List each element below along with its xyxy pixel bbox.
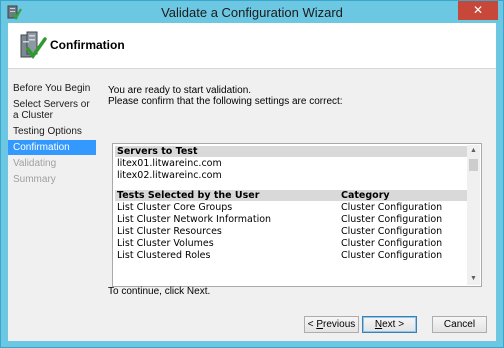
test-category: Cluster Configuration xyxy=(341,202,443,213)
test-name: List Cluster Resources xyxy=(117,226,222,237)
page-title: Confirmation xyxy=(50,38,125,52)
next-button[interactable]: Next > xyxy=(362,316,417,333)
settings-list-content: Servers to Test litex01.litwareinc.com l… xyxy=(115,146,467,286)
next-rest: ext > xyxy=(382,319,405,330)
test-category: Cluster Configuration xyxy=(341,250,443,261)
test-category: Cluster Configuration xyxy=(341,214,443,225)
intro-line-1: You are ready to start validation. xyxy=(108,85,252,96)
table-row: List Clustered Roles Cluster Configurati… xyxy=(115,250,467,262)
list-item: litex02.litwareinc.com xyxy=(115,170,467,182)
continue-instruction: To continue, click Next. xyxy=(108,286,211,297)
test-name: List Cluster Core Groups xyxy=(117,202,233,213)
server-name: litex02.litwareinc.com xyxy=(117,170,222,181)
test-name: List Cluster Volumes xyxy=(117,238,214,249)
tests-header: Tests Selected by the User Category xyxy=(115,190,467,201)
table-row: List Cluster Volumes Cluster Configurati… xyxy=(115,238,467,250)
nav-item-summary: Summary xyxy=(13,174,56,185)
settings-list[interactable]: Servers to Test litex01.litwareinc.com l… xyxy=(112,143,482,287)
previous-accel: P xyxy=(316,319,324,330)
nav-item-validating: Validating xyxy=(13,158,57,169)
scroll-up-arrow-icon[interactable]: ▲ xyxy=(467,145,480,157)
test-name: List Clustered Roles xyxy=(117,250,211,261)
nav-item-testing-options[interactable]: Testing Options xyxy=(8,124,96,139)
nav-item-before-you-begin[interactable]: Before You Begin xyxy=(8,81,96,96)
table-row: List Cluster Resources Cluster Configura… xyxy=(115,226,467,238)
wizard-header: Confirmation xyxy=(8,23,496,69)
scroll-down-arrow-icon[interactable]: ▼ xyxy=(467,273,480,285)
wizard-content: You are ready to start validation. Pleas… xyxy=(100,70,496,341)
test-category: Cluster Configuration xyxy=(341,238,443,249)
wizard-client-area: Confirmation Before You Begin Select Ser… xyxy=(8,23,496,341)
intro-text: You are ready to start validation. Pleas… xyxy=(108,85,343,107)
title-bar[interactable]: Validate a Configuration Wizard ✕ xyxy=(1,1,503,23)
server-name: litex01.litwareinc.com xyxy=(117,158,222,169)
tests-header-test: Tests Selected by the User xyxy=(117,190,260,201)
vertical-scrollbar[interactable]: ▲ ▼ xyxy=(467,145,480,285)
nav-item-confirmation[interactable]: Confirmation xyxy=(8,140,96,155)
scroll-thumb[interactable] xyxy=(469,159,478,171)
nav-item-select-servers[interactable]: Select Servers or a Cluster xyxy=(8,97,96,123)
test-category: Cluster Configuration xyxy=(341,226,443,237)
list-item: litex01.litwareinc.com xyxy=(115,158,467,170)
intro-line-2: Please confirm that the following settin… xyxy=(108,96,343,107)
table-row: List Cluster Network Information Cluster… xyxy=(115,214,467,226)
validate-cluster-icon xyxy=(20,31,47,60)
cancel-button[interactable]: Cancel xyxy=(432,316,487,333)
tests-header-category: Category xyxy=(341,190,390,201)
previous-rest: revious xyxy=(323,319,356,330)
wizard-steps-nav: Before You Begin Select Servers or a Clu… xyxy=(8,70,96,341)
table-row: List Cluster Core Groups Cluster Configu… xyxy=(115,202,467,214)
previous-button[interactable]: < Previous xyxy=(304,316,359,333)
test-name: List Cluster Network Information xyxy=(117,214,272,225)
wizard-window: Validate a Configuration Wizard ✕ Confir… xyxy=(0,0,504,348)
servers-header: Servers to Test xyxy=(115,146,467,157)
close-button[interactable]: ✕ xyxy=(458,1,498,20)
window-title: Validate a Configuration Wizard xyxy=(161,5,343,20)
